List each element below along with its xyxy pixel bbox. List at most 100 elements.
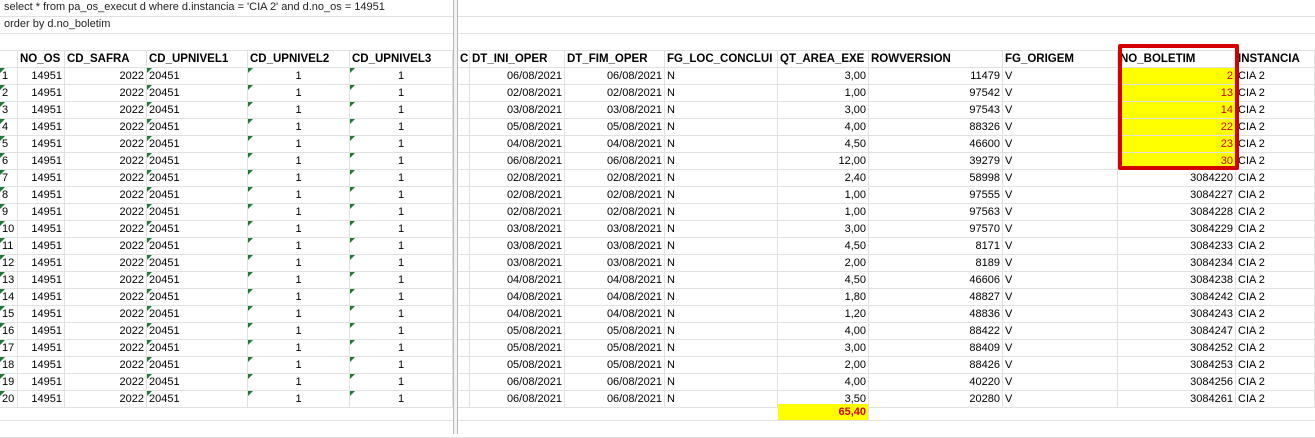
row-number-cell[interactable]: 6 (0, 153, 18, 169)
instancia-cell[interactable]: CIA 2 (1236, 323, 1315, 339)
qt-area-exe-cell[interactable]: 4,50 (778, 272, 869, 288)
cd-safra-cell[interactable]: 2022 (65, 289, 147, 305)
rowversion-cell[interactable]: 46606 (869, 272, 1003, 288)
header-dt-fim-oper[interactable]: DT_FIM_OPER (565, 51, 665, 67)
rowversion-cell[interactable]: 58998 (869, 170, 1003, 186)
no-os-cell[interactable]: 14951 (18, 255, 65, 271)
header-instancia[interactable]: INSTANCIA (1236, 51, 1315, 67)
fg-origem-cell[interactable]: V (1003, 204, 1118, 220)
cd-safra-cell[interactable]: 2022 (65, 323, 147, 339)
cd-upnivel3-cell[interactable]: 1 (350, 221, 453, 237)
no-boletim-cell[interactable]: 3084253 (1118, 357, 1236, 373)
header-rowversion[interactable]: ROWVERSION (869, 51, 1003, 67)
fg-origem-cell[interactable]: V (1003, 85, 1118, 101)
cd-upnivel3-cell[interactable]: 1 (350, 289, 453, 305)
instancia-cell[interactable]: CIA 2 (1236, 255, 1315, 271)
cd-upnivel1-cell[interactable]: 20451 (147, 306, 248, 322)
cd-upnivel1-cell[interactable]: 20451 (147, 187, 248, 203)
c-cell[interactable] (458, 204, 470, 220)
header-dt-ini-oper[interactable]: DT_INI_OPER (470, 51, 565, 67)
fg-origem-cell[interactable]: V (1003, 221, 1118, 237)
no-boletim-cell[interactable]: 3084234 (1118, 255, 1236, 271)
qt-area-exe-cell[interactable]: 12,00 (778, 153, 869, 169)
no-os-cell[interactable]: 14951 (18, 102, 65, 118)
c-cell[interactable] (458, 102, 470, 118)
no-os-cell[interactable]: 14951 (18, 289, 65, 305)
dt-ini-oper-cell[interactable]: 02/08/2021 (470, 204, 565, 220)
cd-safra-cell[interactable]: 2022 (65, 306, 147, 322)
fg-origem-cell[interactable]: V (1003, 170, 1118, 186)
cd-upnivel3-cell[interactable]: 1 (350, 170, 453, 186)
dt-fim-oper-cell[interactable]: 03/08/2021 (565, 255, 665, 271)
qt-area-exe-cell[interactable]: 1,20 (778, 306, 869, 322)
dt-fim-oper-cell[interactable]: 02/08/2021 (565, 170, 665, 186)
fg-origem-cell[interactable]: V (1003, 289, 1118, 305)
dt-fim-oper-cell[interactable]: 03/08/2021 (565, 238, 665, 254)
cd-upnivel1-cell[interactable]: 20451 (147, 272, 248, 288)
cd-safra-cell[interactable]: 2022 (65, 170, 147, 186)
rowversion-cell[interactable]: 39279 (869, 153, 1003, 169)
cd-upnivel1-cell[interactable]: 20451 (147, 238, 248, 254)
cd-safra-cell[interactable]: 2022 (65, 374, 147, 390)
rowversion-cell[interactable]: 97563 (869, 204, 1003, 220)
dt-ini-oper-cell[interactable]: 02/08/2021 (470, 187, 565, 203)
cd-upnivel3-cell[interactable]: 1 (350, 85, 453, 101)
cd-safra-cell[interactable]: 2022 (65, 153, 147, 169)
fg-loc-conclui-cell[interactable]: N (665, 323, 778, 339)
dt-fim-oper-cell[interactable]: 03/08/2021 (565, 102, 665, 118)
cd-upnivel1-cell[interactable]: 20451 (147, 340, 248, 356)
cd-upnivel2-cell[interactable]: 1 (248, 153, 350, 169)
no-boletim-cell[interactable]: 3084247 (1118, 323, 1236, 339)
rowversion-cell[interactable]: 97555 (869, 187, 1003, 203)
fg-loc-conclui-cell[interactable]: N (665, 153, 778, 169)
fg-loc-conclui-cell[interactable]: N (665, 85, 778, 101)
cd-upnivel2-cell[interactable]: 1 (248, 136, 350, 152)
row-number-cell[interactable]: 19 (0, 374, 18, 390)
instancia-cell[interactable]: CIA 2 (1236, 119, 1315, 135)
cd-upnivel2-cell[interactable]: 1 (248, 255, 350, 271)
rowversion-cell[interactable]: 97542 (869, 85, 1003, 101)
cd-upnivel1-cell[interactable]: 20451 (147, 323, 248, 339)
no-boletim-cell[interactable]: 3084243 (1118, 306, 1236, 322)
qt-area-exe-cell[interactable]: 3,00 (778, 340, 869, 356)
fg-loc-conclui-cell[interactable]: N (665, 272, 778, 288)
fg-origem-cell[interactable]: V (1003, 272, 1118, 288)
row-number-cell[interactable]: 16 (0, 323, 18, 339)
row-number-cell[interactable]: 7 (0, 170, 18, 186)
rowversion-cell[interactable]: 88326 (869, 119, 1003, 135)
qt-area-exe-cell[interactable]: 4,00 (778, 323, 869, 339)
no-boletim-cell[interactable]: 3084227 (1118, 187, 1236, 203)
instancia-cell[interactable]: CIA 2 (1236, 340, 1315, 356)
sql-line-1[interactable]: select * from pa_os_execut d where d.ins… (4, 1, 385, 13)
cd-upnivel2-cell[interactable]: 1 (248, 187, 350, 203)
c-cell[interactable] (458, 221, 470, 237)
dt-fim-oper-cell[interactable]: 05/08/2021 (565, 340, 665, 356)
cd-safra-cell[interactable]: 2022 (65, 85, 147, 101)
instancia-cell[interactable]: CIA 2 (1236, 289, 1315, 305)
cd-upnivel3-cell[interactable]: 1 (350, 323, 453, 339)
cd-upnivel2-cell[interactable]: 1 (248, 374, 350, 390)
qt-area-exe-cell[interactable]: 4,00 (778, 119, 869, 135)
instancia-cell[interactable]: CIA 2 (1236, 187, 1315, 203)
cd-upnivel3-cell[interactable]: 1 (350, 272, 453, 288)
cd-safra-cell[interactable]: 2022 (65, 238, 147, 254)
instancia-cell[interactable]: CIA 2 (1236, 68, 1315, 84)
rowversion-cell[interactable]: 88426 (869, 357, 1003, 373)
no-os-cell[interactable]: 14951 (18, 238, 65, 254)
dt-fim-oper-cell[interactable]: 05/08/2021 (565, 119, 665, 135)
dt-fim-oper-cell[interactable]: 05/08/2021 (565, 357, 665, 373)
fg-loc-conclui-cell[interactable]: N (665, 340, 778, 356)
no-os-cell[interactable]: 14951 (18, 119, 65, 135)
dt-fim-oper-cell[interactable]: 04/08/2021 (565, 306, 665, 322)
dt-ini-oper-cell[interactable]: 03/08/2021 (470, 221, 565, 237)
row-number-cell[interactable]: 1 (0, 68, 18, 84)
qt-area-exe-cell[interactable]: 1,80 (778, 289, 869, 305)
cd-safra-cell[interactable]: 2022 (65, 204, 147, 220)
rowversion-cell[interactable]: 88409 (869, 340, 1003, 356)
cd-upnivel1-cell[interactable]: 20451 (147, 68, 248, 84)
header-fg-origem[interactable]: FG_ORIGEM (1003, 51, 1118, 67)
cd-upnivel3-cell[interactable]: 1 (350, 119, 453, 135)
cd-upnivel1-cell[interactable]: 20451 (147, 153, 248, 169)
c-cell[interactable] (458, 289, 470, 305)
no-os-cell[interactable]: 14951 (18, 357, 65, 373)
